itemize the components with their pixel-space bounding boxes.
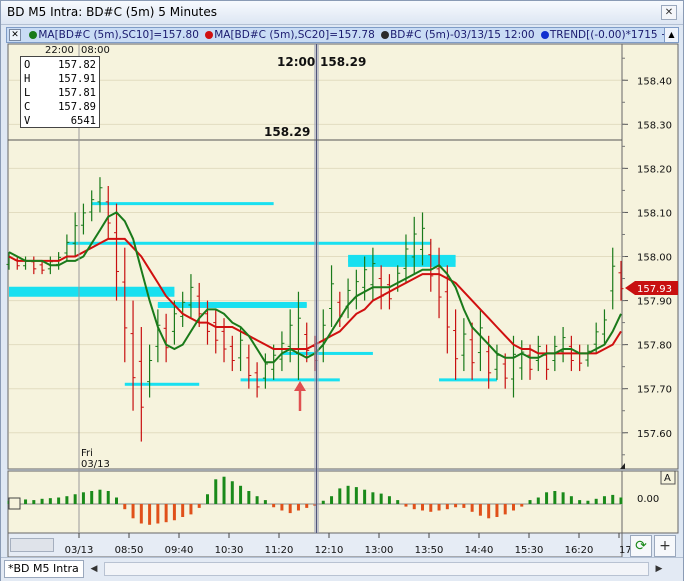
- current-price-label: 157.93: [637, 284, 672, 295]
- ohlc-value: 6541: [70, 115, 96, 127]
- price-tick-label: 158.30: [637, 120, 672, 131]
- indicator-panel-button-label: A: [664, 473, 671, 484]
- refresh-button[interactable]: ⟳: [630, 535, 652, 557]
- support-line: [124, 382, 200, 386]
- tab-scroll-left-icon[interactable]: ◀: [87, 561, 101, 577]
- ohlc-key: C: [24, 101, 31, 113]
- ohlc-row-close: C 157.89: [24, 100, 96, 114]
- price-tick-label: 158.10: [637, 208, 672, 219]
- ohlc-value: 157.89: [58, 101, 96, 113]
- time-scroll-thumb[interactable]: [10, 538, 54, 552]
- price-tick-label: 157.80: [637, 341, 672, 352]
- support-zone: [9, 286, 175, 297]
- ohlc-data-box: O 157.82 H 157.91 L 157.81 C 157.89 V 6541: [20, 56, 100, 128]
- ohlc-key: L: [24, 87, 31, 99]
- date-label-date: 03/13: [81, 459, 110, 470]
- ohlc-row-open: O 157.82: [24, 58, 96, 72]
- support-zone: [157, 301, 307, 308]
- ohlc-key: V: [24, 115, 31, 127]
- ohlc-key: H: [24, 73, 31, 85]
- ohlc-value: 157.81: [58, 87, 96, 99]
- time-scroll-area: [6, 533, 626, 557]
- top-time-label-a: 22:00: [45, 45, 74, 56]
- price-tick-label: 158.00: [637, 253, 672, 264]
- tab-bar: *BD M5 Intra ◀ ▶: [1, 557, 683, 581]
- price-tick-label: 158.40: [637, 76, 672, 87]
- price-tick-label: 158.20: [637, 164, 672, 175]
- ohlc-value: 157.82: [58, 59, 96, 71]
- chart-window: BD M5 Intra: BD#C (5m) 5 Minutes ✕ ✕ MA[…: [0, 0, 684, 581]
- top-time-label-b: 08:00: [81, 45, 110, 56]
- ohlc-row-high: H 157.91: [24, 72, 96, 86]
- date-label-day: Fri: [81, 448, 93, 459]
- support-line: [91, 202, 274, 206]
- add-panel-button[interactable]: +: [654, 535, 676, 557]
- support-line: [240, 378, 340, 382]
- crosshair-price-label: 158.29: [320, 55, 366, 69]
- ohlc-row-volume: V 6541: [24, 114, 96, 128]
- support-line: [66, 241, 431, 245]
- price-tick-label: 157.70: [637, 385, 672, 396]
- price-tick-label: 157.60: [637, 429, 672, 440]
- ohlc-row-low: L 157.81: [24, 86, 96, 100]
- price-line-label: 158.29: [264, 125, 310, 139]
- tab-scroll-right-icon[interactable]: ▶: [652, 561, 666, 577]
- horizontal-scrollbar[interactable]: [104, 562, 649, 576]
- indicator-scale-box[interactable]: [8, 497, 21, 510]
- indicator-zero-label: 0.00: [637, 494, 659, 505]
- price-tick-label: 157.90: [637, 297, 672, 308]
- tab-bd-m5-intra[interactable]: *BD M5 Intra: [4, 560, 84, 578]
- crosshair-time-label: 12:00: [277, 55, 315, 69]
- ohlc-value: 157.91: [58, 73, 96, 85]
- ohlc-key: O: [24, 59, 31, 71]
- price-chart[interactable]: 158.40 158.30 158.20 158.10 158.00 157.90 157.…: [1, 1, 684, 557]
